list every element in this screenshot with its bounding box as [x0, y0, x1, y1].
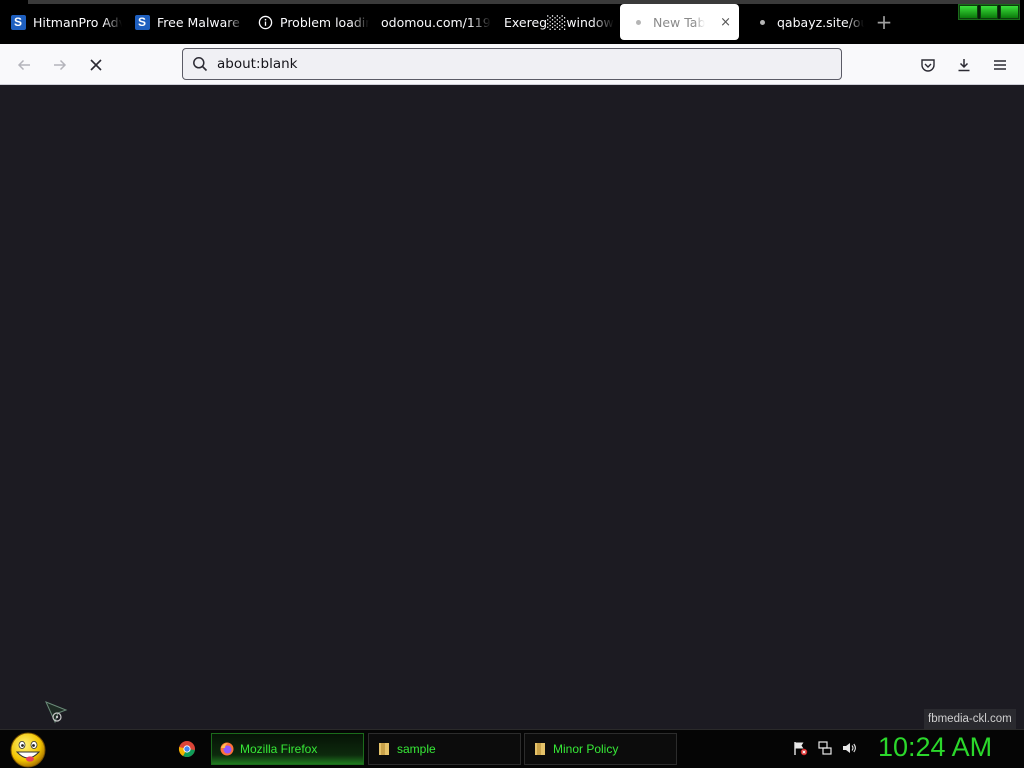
chrome-icon[interactable] — [178, 740, 196, 758]
taskbar-button-label: Minor Policy — [553, 742, 619, 756]
stop-button[interactable] — [82, 52, 110, 78]
s-logo-icon: S — [10, 14, 26, 30]
tab-new-tab[interactable]: New Tab × — [620, 4, 739, 40]
tab-title: HitmanPro Adv — [33, 14, 122, 30]
watermark: fbmedia-ckl.com — [924, 709, 1016, 729]
tab-title: odomou.com/1194 — [381, 14, 491, 30]
dot-icon — [630, 14, 646, 30]
tab-qabayz[interactable]: qabayz.site/out — [744, 4, 864, 40]
maximize-button[interactable] — [979, 5, 999, 19]
tab-free-malware[interactable]: S Free Malware C — [124, 4, 244, 40]
network-icon[interactable] — [817, 740, 833, 756]
action-center-flag-icon[interactable] — [792, 740, 808, 756]
minimize-button[interactable] — [959, 5, 978, 19]
dot-icon — [754, 14, 770, 30]
firefox-icon — [220, 742, 234, 756]
new-tab-button[interactable]: + — [872, 10, 896, 34]
close-window-button[interactable] — [1000, 5, 1020, 19]
taskbar-clock[interactable]: 10:24 AM — [878, 732, 992, 763]
tab-exereg[interactable]: Exereg░░window — [494, 4, 616, 40]
s-logo-icon: S — [134, 14, 150, 30]
window-controls[interactable] — [958, 4, 1020, 20]
taskbar-minor-policy-button[interactable]: Minor Policy — [524, 733, 677, 765]
address-bar[interactable]: about:blank — [182, 48, 842, 80]
url-text[interactable]: about:blank — [217, 56, 297, 72]
navigation-toolbar: about:blank — [0, 44, 1024, 85]
tab-title: Problem loadir — [280, 14, 369, 30]
tab-odomou[interactable]: odomou.com/1194 — [371, 4, 491, 40]
downloads-button[interactable] — [950, 52, 978, 78]
info-icon — [257, 14, 273, 30]
tab-title: New Tab — [653, 14, 706, 30]
stop-icon — [90, 59, 102, 71]
download-icon — [958, 59, 970, 72]
pocket-button[interactable] — [914, 52, 942, 78]
back-button[interactable] — [10, 52, 38, 78]
volume-icon[interactable] — [841, 740, 857, 756]
tab-title: Free Malware C — [157, 14, 244, 30]
taskbar-sample-button[interactable]: sample — [368, 733, 521, 765]
smiley-start-icon[interactable] — [8, 732, 48, 768]
tab-hitmanpro[interactable]: S HitmanPro Adv — [0, 4, 122, 40]
pocket-icon — [921, 59, 935, 72]
forward-button[interactable] — [46, 52, 74, 78]
search-icon — [191, 55, 209, 73]
close-icon[interactable]: × — [720, 15, 731, 30]
busy-cursor-icon — [45, 701, 68, 724]
folder-icon — [535, 743, 545, 755]
taskbar-button-label: Mozilla Firefox — [240, 742, 318, 756]
app-menu-button[interactable] — [986, 52, 1014, 78]
folder-icon — [379, 743, 389, 755]
taskbar: Mozilla Firefox sample Minor Policy 10:2… — [0, 729, 1024, 768]
tab-title: qabayz.site/out — [777, 14, 864, 30]
page-content[interactable] — [0, 85, 1024, 729]
taskbar-button-label: sample — [397, 742, 436, 756]
tab-strip: S HitmanPro Adv S Free Malware C Problem… — [0, 0, 1024, 44]
taskbar-firefox-button[interactable]: Mozilla Firefox — [211, 733, 364, 765]
menu-icon — [994, 60, 1006, 70]
tab-problem-loading[interactable]: Problem loadir — [247, 4, 369, 40]
tab-title: Exereg░░window — [504, 14, 614, 30]
forward-arrow-icon — [54, 59, 67, 71]
back-arrow-icon — [17, 59, 30, 71]
